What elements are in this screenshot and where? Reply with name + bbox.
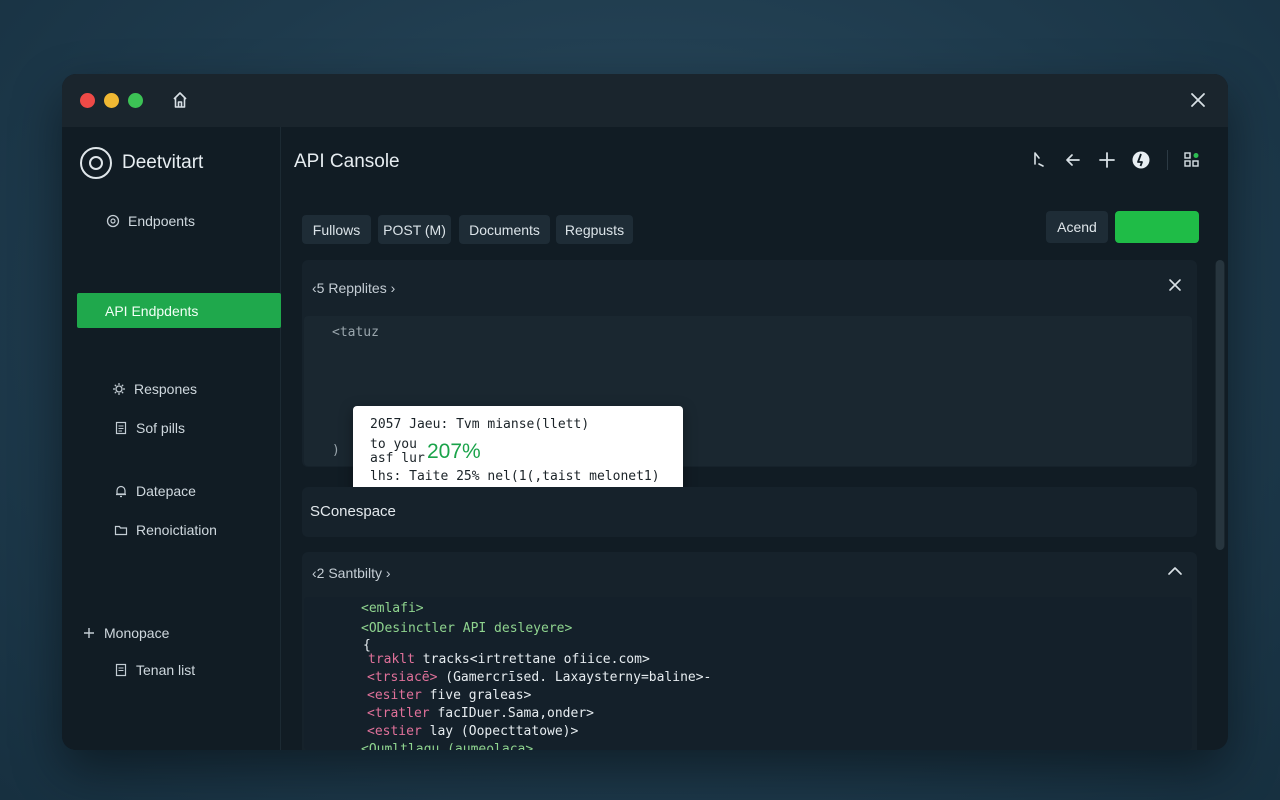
sidebar-item-sof-pills[interactable]: Sof pills (114, 420, 185, 436)
app-window: Deetvitart Endpoents API Endpdents Respo… (62, 74, 1228, 750)
tab-regpusts[interactable]: Regpusts (556, 215, 633, 244)
code-line: <Oumltlaqu (aumeolaca> (361, 742, 534, 750)
tab-post[interactable]: POST (M) (378, 215, 451, 244)
plus-icon (84, 628, 94, 638)
code-line: <tratler facIDuer.Sama,onder> (367, 706, 594, 721)
status-circle-icon[interactable] (1131, 150, 1151, 170)
toolbar (1015, 150, 1202, 170)
folder-icon (114, 525, 128, 536)
sidebar-item-tenan-list[interactable]: Tenan list (114, 662, 195, 678)
section-bar[interactable]: SConespace (302, 487, 1197, 537)
grid-icon[interactable] (1182, 150, 1202, 170)
close-window-dot[interactable] (80, 93, 95, 108)
send-button[interactable]: Acend (1046, 211, 1108, 243)
code-line: <emlafi> (361, 601, 424, 616)
responses-panel: ‹5 Repplites › <tatuz ) 2057 Jaeu: Tvm m… (302, 260, 1197, 497)
sidebar-item-label: Tenan list (136, 662, 196, 678)
sidebar-item-label: Respones (134, 381, 198, 397)
tab-documents[interactable]: Documents (459, 215, 550, 244)
code-line: <trsiacē> (Gamercrīsed. Laxaysterny=bali… (367, 670, 712, 685)
sidebar-item-responses[interactable]: Respones (112, 381, 197, 397)
response-popup: 2057 Jaeu: Tvm mianse(llett) to you asf … (353, 406, 683, 497)
back-arrow-icon[interactable] (1063, 150, 1083, 170)
security-panel: ‹2 Santbilty › <emlafi> <ODesinctler API… (302, 552, 1197, 750)
page-title: API Cansole (294, 151, 400, 172)
popup-line-2a: to you (370, 437, 417, 452)
code-line: <ODesinctler API desleyere> (361, 621, 573, 636)
sidebar-item-label: Sof pills (136, 420, 186, 436)
panel-header[interactable]: ‹5 Repplites › (312, 280, 395, 296)
sidebar-item-label: Renoictiation (136, 522, 217, 538)
chevron-up-icon[interactable] (1167, 563, 1183, 579)
code-line: <estier lay (Oopecttatowe)> (367, 724, 579, 739)
close-icon[interactable] (1188, 90, 1208, 110)
code-open-tag: <tatuz (332, 325, 379, 340)
toolbar-divider (1167, 150, 1168, 170)
sidebar-item-api-endpoints[interactable]: API Endpdents (77, 293, 281, 328)
primary-action-button[interactable] (1115, 211, 1199, 243)
code-line: { (363, 638, 371, 653)
code-close-brace: ) (332, 443, 340, 458)
logo-icon (80, 147, 112, 179)
tab-fullows[interactable]: Fullows (302, 215, 371, 244)
gear-icon (113, 383, 125, 395)
title-bar (62, 74, 1228, 127)
sidebar-item-label: Datepace (136, 483, 196, 499)
sidebar-item-monopace[interactable]: Monopace (82, 625, 169, 641)
minimize-window-dot[interactable] (104, 93, 119, 108)
home-icon[interactable] (170, 90, 190, 110)
sidebar-item-label: API Endpdents (105, 302, 199, 319)
cursor-icon[interactable] (1029, 150, 1049, 170)
main-content: API Cansole Fullows POST (M) Documents R… (282, 127, 1228, 750)
doc-icon (115, 421, 127, 435)
sidebar-item-label: Endpoents (128, 213, 195, 229)
sidebar-item-datepace[interactable]: Datepace (114, 483, 196, 499)
code-line: <esiter five graleas> (367, 688, 532, 703)
popup-line-3: lhs: Taite 25% nel(1(,taist melonet1) (370, 469, 660, 484)
popup-percent: 207% (427, 440, 481, 463)
sidebar-item-label: Monopace (104, 625, 170, 641)
panel-header[interactable]: ‹2 Santbilty › (312, 565, 391, 581)
scrollbar[interactable] (1215, 260, 1225, 550)
doc-icon (115, 663, 127, 677)
scrollbar-thumb[interactable] (1216, 260, 1224, 550)
section-label: SConespace (310, 503, 396, 520)
sidebar-item-renoictiation[interactable]: Renoictiation (114, 522, 217, 538)
sidebar-item-endpoints[interactable]: Endpoents (106, 213, 195, 229)
brand-name: Deetvitart (122, 152, 204, 173)
popup-line-2b: asf lur (370, 451, 425, 466)
bell-icon (116, 485, 126, 498)
security-code-box: <emlafi> <ODesinctler API desleyere> { t… (304, 597, 1192, 750)
response-code-box: <tatuz ) 2057 Jaeu: Tvm mianse(llett) to… (304, 316, 1192, 497)
code-line: traklt tracks<irtrettane ofiice.com> (368, 652, 650, 667)
popup-line-1: 2057 Jaeu: Tvm mianse(llett) (370, 417, 590, 432)
maximize-window-dot[interactable] (128, 93, 143, 108)
close-icon[interactable] (1167, 277, 1183, 293)
sidebar: Deetvitart Endpoents API Endpdents Respo… (62, 127, 281, 750)
brand: Deetvitart (80, 146, 203, 180)
circle-icon (106, 214, 120, 228)
add-icon[interactable] (1097, 150, 1117, 170)
